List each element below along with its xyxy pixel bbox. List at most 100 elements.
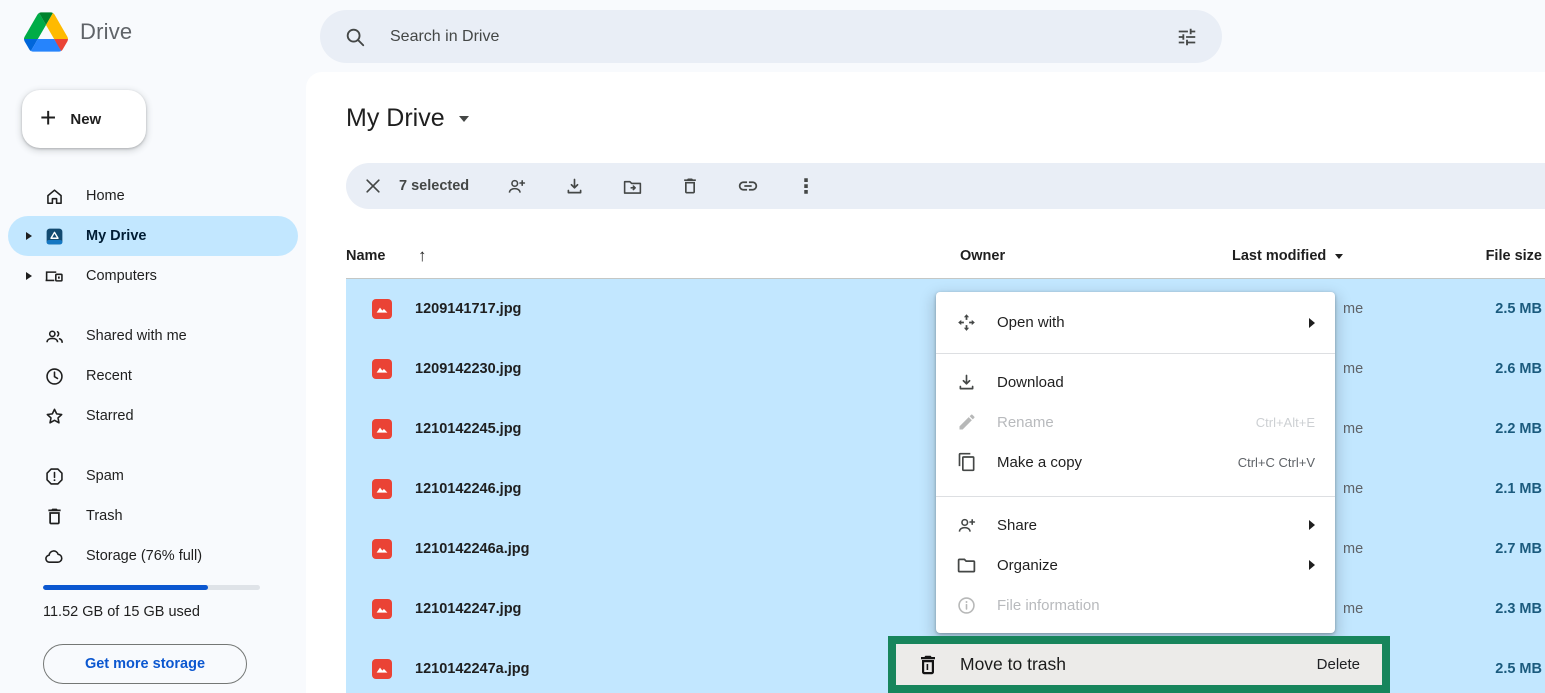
plus-icon: + bbox=[40, 104, 56, 132]
context-menu: Open with Download Rename bbox=[936, 292, 1335, 633]
expand-caret-icon[interactable] bbox=[26, 272, 32, 280]
file-owner: me bbox=[1343, 541, 1363, 557]
sidebar-nav: Home My Drive bbox=[0, 176, 306, 576]
sidebar-item-label: Starred bbox=[86, 408, 134, 424]
sort-descending-icon bbox=[1335, 254, 1343, 259]
trash-icon bbox=[916, 653, 940, 677]
file-name: 1209142230.jpg bbox=[415, 361, 521, 377]
image-file-icon bbox=[372, 659, 392, 679]
share-person-add-icon[interactable] bbox=[505, 175, 527, 197]
people-icon bbox=[44, 326, 65, 347]
sidebar-item-label: Spam bbox=[86, 468, 124, 484]
search-filters-icon[interactable] bbox=[1176, 26, 1198, 48]
menu-item-share[interactable]: Share bbox=[936, 505, 1335, 545]
file-size: 2.3 MB bbox=[1495, 601, 1542, 617]
image-file-icon bbox=[372, 299, 392, 319]
sidebar-item-label: Shared with me bbox=[86, 328, 187, 344]
sidebar-item-trash[interactable]: Trash bbox=[8, 496, 298, 536]
submenu-arrow-icon bbox=[1309, 560, 1315, 570]
image-file-icon bbox=[372, 359, 392, 379]
sidebar-item-shared-with-me[interactable]: Shared with me bbox=[8, 316, 298, 356]
file-size: 2.2 MB bbox=[1495, 421, 1542, 437]
sidebar-item-home[interactable]: Home bbox=[8, 176, 298, 216]
file-size: 2.5 MB bbox=[1495, 301, 1542, 317]
download-icon[interactable] bbox=[563, 175, 585, 197]
image-file-icon bbox=[372, 419, 392, 439]
open-with-icon bbox=[956, 312, 977, 333]
menu-item-open-with[interactable]: Open with bbox=[936, 302, 1335, 344]
column-header-file-size[interactable]: File size bbox=[1486, 248, 1542, 264]
info-icon bbox=[956, 595, 977, 616]
menu-item-label: Move to trash bbox=[960, 654, 1066, 675]
app-name: Drive bbox=[80, 19, 132, 45]
menu-item-rename: Rename Ctrl+Alt+E bbox=[936, 402, 1335, 442]
chevron-down-icon bbox=[459, 116, 469, 122]
file-name: 1210142247.jpg bbox=[415, 601, 521, 617]
trash-icon[interactable] bbox=[679, 175, 701, 197]
image-file-icon bbox=[372, 479, 392, 499]
expand-caret-icon[interactable] bbox=[26, 232, 32, 240]
sidebar-item-starred[interactable]: Starred bbox=[8, 396, 298, 436]
file-name: 1210142247a.jpg bbox=[415, 661, 529, 677]
file-owner: me bbox=[1343, 601, 1363, 617]
file-name: 1209141717.jpg bbox=[415, 301, 521, 317]
file-size: 2.5 MB bbox=[1495, 661, 1542, 677]
spam-icon bbox=[44, 466, 65, 487]
file-size: 2.6 MB bbox=[1495, 361, 1542, 377]
trash-icon bbox=[44, 506, 65, 527]
link-icon[interactable] bbox=[737, 175, 759, 197]
sidebar-item-my-drive[interactable]: My Drive bbox=[8, 216, 298, 256]
sidebar-item-recent[interactable]: Recent bbox=[8, 356, 298, 396]
file-owner: me bbox=[1343, 301, 1363, 317]
google-drive-window: Drive + New Home bbox=[0, 0, 1545, 693]
file-name: 1210142245.jpg bbox=[415, 421, 521, 437]
move-to-folder-icon[interactable] bbox=[621, 175, 643, 197]
menu-item-file-information: File information bbox=[936, 585, 1335, 625]
storage-usage-text: 11.52 GB of 15 GB used bbox=[43, 604, 200, 620]
sidebar-item-label: My Drive bbox=[86, 228, 146, 244]
column-header-owner[interactable]: Owner bbox=[960, 248, 1005, 264]
menu-item-make-a-copy[interactable]: Make a copy Ctrl+C Ctrl+V bbox=[936, 442, 1335, 482]
clock-icon bbox=[44, 366, 65, 387]
menu-item-label: Open with bbox=[997, 314, 1065, 331]
star-icon bbox=[44, 406, 65, 427]
new-button[interactable]: + New bbox=[22, 90, 146, 148]
drive-logo[interactable]: Drive bbox=[24, 12, 132, 52]
sidebar-item-label: Storage (76% full) bbox=[86, 548, 202, 564]
menu-item-shortcut: Ctrl+C Ctrl+V bbox=[1238, 455, 1315, 470]
column-header-name[interactable]: Name bbox=[346, 248, 386, 264]
search-bar[interactable] bbox=[320, 10, 1222, 63]
file-owner: me bbox=[1343, 421, 1363, 437]
more-options-icon[interactable]: ⋮ bbox=[795, 175, 817, 197]
home-icon bbox=[44, 186, 65, 207]
menu-item-label: Share bbox=[997, 517, 1037, 534]
sort-ascending-icon[interactable]: ↑ bbox=[418, 246, 427, 266]
file-size: 2.7 MB bbox=[1495, 541, 1542, 557]
menu-item-move-to-trash[interactable]: Move to trash Delete bbox=[896, 644, 1382, 685]
storage-progress-fill bbox=[43, 585, 208, 590]
column-header-last-modified[interactable]: Last modified bbox=[1232, 248, 1343, 264]
menu-item-label: File information bbox=[997, 597, 1100, 614]
menu-item-shortcut: Ctrl+Alt+E bbox=[1256, 415, 1315, 430]
close-icon[interactable] bbox=[362, 175, 384, 197]
menu-item-download[interactable]: Download bbox=[936, 362, 1335, 402]
image-file-icon bbox=[372, 539, 392, 559]
file-owner: me bbox=[1343, 481, 1363, 497]
menu-item-organize[interactable]: Organize bbox=[936, 545, 1335, 585]
sidebar-item-label: Home bbox=[86, 188, 125, 204]
sidebar-item-label: Recent bbox=[86, 368, 132, 384]
main-content: My Drive 7 selected bbox=[306, 72, 1545, 693]
cloud-icon bbox=[44, 546, 65, 567]
get-more-storage-button[interactable]: Get more storage bbox=[43, 644, 247, 684]
drive-logo-icon bbox=[24, 12, 68, 52]
page-title[interactable]: My Drive bbox=[346, 104, 469, 133]
file-owner: me bbox=[1343, 361, 1363, 377]
storage-progress-bar bbox=[43, 585, 260, 590]
sidebar-item-computers[interactable]: Computers bbox=[8, 256, 298, 296]
page-title-label: My Drive bbox=[346, 104, 445, 133]
sidebar-item-label: Trash bbox=[86, 508, 123, 524]
sidebar-item-storage[interactable]: Storage (76% full) bbox=[8, 536, 298, 576]
sidebar: Drive + New Home bbox=[0, 0, 306, 693]
search-input[interactable] bbox=[390, 28, 1176, 46]
sidebar-item-spam[interactable]: Spam bbox=[8, 456, 298, 496]
